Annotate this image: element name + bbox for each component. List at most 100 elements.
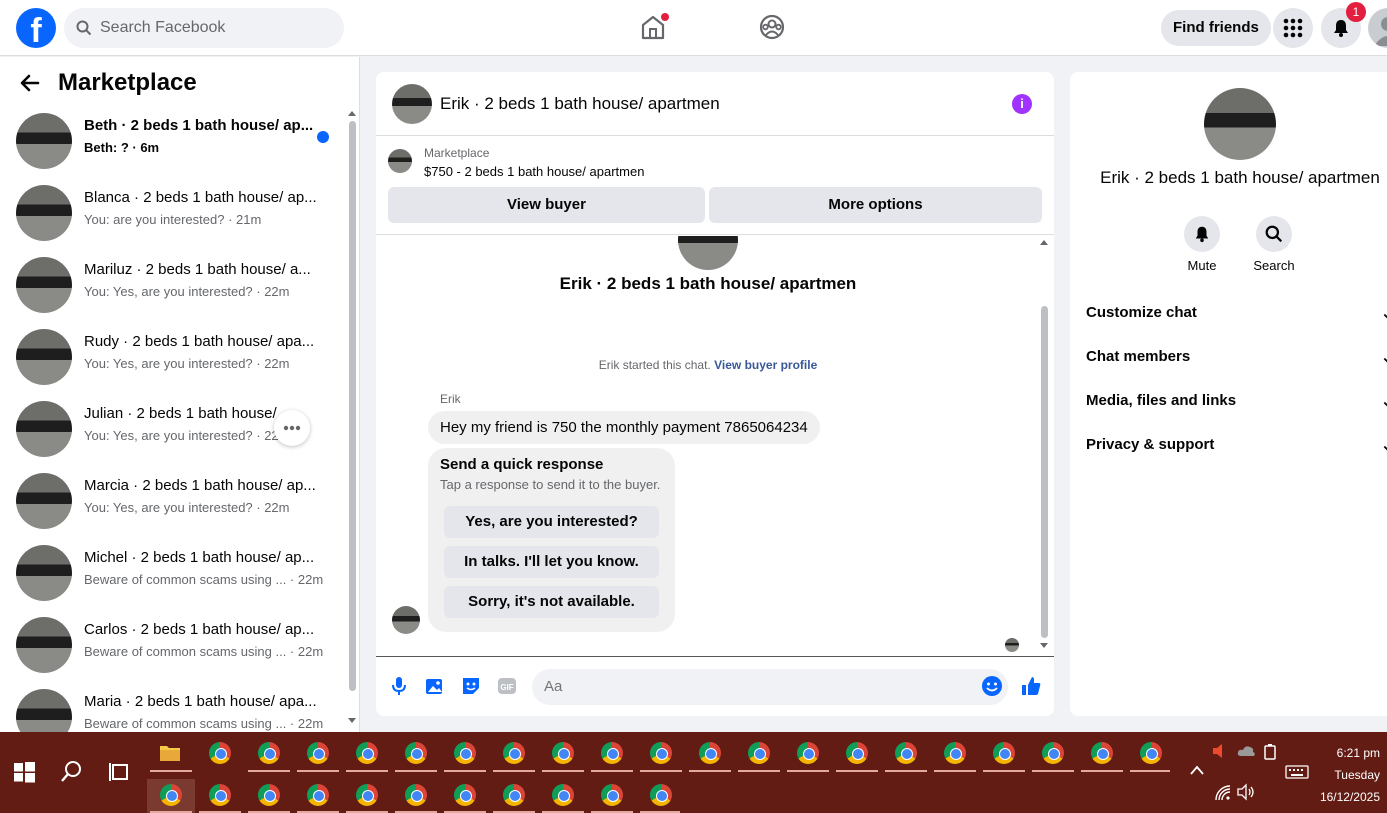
chrome-icon[interactable] [454, 742, 476, 764]
chrome-icon[interactable] [552, 784, 574, 806]
chrome-icon[interactable] [650, 742, 672, 764]
search-bar[interactable]: Search Facebook [64, 8, 344, 48]
customize-chat-section[interactable]: Customize chat ⌄ [1086, 304, 1387, 328]
battery-icon[interactable] [1262, 743, 1278, 761]
conversation-item[interactable]: Carlos · 2 beds 1 bath house/ ap... Bewa… [16, 615, 336, 675]
chrome-icon[interactable] [356, 784, 378, 806]
scroll-up-arrow-icon[interactable] [1039, 238, 1049, 246]
chrome-icon[interactable] [993, 742, 1015, 764]
chrome-icon[interactable] [405, 784, 427, 806]
find-friends-button[interactable]: Find friends [1161, 10, 1271, 46]
conversation-item[interactable]: Maria · 2 beds 1 bath house/ apa... Bewa… [16, 687, 336, 732]
conversation-item[interactable]: Beth · 2 beds 1 bath house/ ap... Beth: … [16, 111, 336, 171]
chrome-icon[interactable] [1042, 742, 1064, 764]
chrome-icon[interactable] [1140, 742, 1162, 764]
conversation-preview: You: Yes, are you interested? · 22m [84, 428, 290, 443]
chrome-icon[interactable] [895, 742, 917, 764]
chrome-icon[interactable] [258, 742, 280, 764]
menu-button[interactable] [1273, 8, 1313, 48]
info-icon[interactable]: i [1012, 94, 1032, 114]
chrome-icon[interactable] [307, 784, 329, 806]
mute-button[interactable] [1184, 216, 1220, 252]
chrome-icon[interactable] [258, 784, 280, 806]
file-explorer-icon[interactable] [158, 741, 182, 765]
thumbs-up-icon[interactable] [1020, 675, 1042, 697]
chrome-icon[interactable] [160, 784, 182, 806]
conversation-item[interactable]: Michel · 2 beds 1 bath house/ ap... Bewa… [16, 543, 336, 603]
back-arrow-icon[interactable] [18, 71, 42, 95]
chrome-icon[interactable] [1091, 742, 1113, 764]
search-in-chat-button[interactable] [1256, 216, 1292, 252]
emoji-icon[interactable] [981, 675, 1003, 697]
chrome-icon[interactable] [748, 742, 770, 764]
media-files-links-section[interactable]: Media, files and links ⌄ [1086, 392, 1387, 416]
groups-icon[interactable] [758, 13, 786, 41]
photo-icon[interactable] [424, 675, 446, 697]
chrome-icon[interactable] [454, 784, 476, 806]
more-options-button[interactable]: More options [709, 187, 1042, 223]
chrome-icon[interactable] [650, 784, 672, 806]
chrome-icon[interactable] [503, 742, 525, 764]
volume-icon[interactable] [1236, 783, 1256, 801]
quick-reply-button[interactable]: In talks. I'll let you know. [444, 546, 659, 578]
privacy-support-section[interactable]: Privacy & support ⌄ [1086, 436, 1387, 460]
cloud-icon[interactable] [1236, 744, 1256, 758]
microphone-icon[interactable] [388, 675, 410, 697]
conversation-item[interactable]: Mariluz · 2 beds 1 bath house/ a... You:… [16, 255, 336, 315]
scroll-down-arrow-icon[interactable] [347, 717, 357, 725]
scroll-down-arrow-icon[interactable] [1039, 642, 1049, 650]
gif-icon[interactable]: GIF [496, 675, 518, 697]
speaker-muted-icon[interactable] [1210, 742, 1228, 760]
chrome-icon[interactable] [601, 742, 623, 764]
sticker-icon[interactable] [460, 675, 482, 697]
chrome-icon[interactable] [797, 742, 819, 764]
more-horizontal-icon [283, 425, 301, 431]
conversation-preview: Beth: ? · 6m [84, 140, 160, 155]
scrollbar-thumb[interactable] [349, 121, 356, 691]
chat-avatar[interactable] [392, 84, 432, 124]
system-clock[interactable]: 6:21 pm Tuesday 16/12/2025 [1300, 742, 1380, 808]
chrome-icon[interactable] [307, 742, 329, 764]
chrome-icon[interactable] [209, 784, 231, 806]
quick-reply-button[interactable]: Yes, are you interested? [444, 506, 659, 538]
view-buyer-profile-link[interactable]: View buyer profile [714, 358, 817, 372]
task-view-icon[interactable] [108, 760, 132, 784]
chrome-icon[interactable] [405, 742, 427, 764]
notification-badge: 1 [1346, 2, 1366, 22]
chat-title[interactable]: Erik · 2 beds 1 bath house/ apartmen [440, 94, 720, 114]
view-buyer-button[interactable]: View buyer [388, 187, 705, 223]
conversation-item[interactable]: Blanca · 2 beds 1 bath house/ ap... You:… [16, 183, 336, 243]
section-label: Chat members [1086, 348, 1191, 365]
section-label: Customize chat [1086, 304, 1197, 321]
mute-action[interactable]: Mute [1172, 216, 1232, 273]
chrome-icon[interactable] [552, 742, 574, 764]
conversation-options-button[interactable] [274, 410, 310, 446]
message-sender: Erik [440, 392, 461, 406]
profile-avatar[interactable] [1368, 8, 1387, 48]
chrome-icon[interactable] [846, 742, 868, 764]
chat-members-section[interactable]: Chat members ⌄ [1086, 348, 1387, 372]
details-avatar[interactable] [1204, 88, 1276, 160]
quick-reply-button[interactable]: Sorry, it's not available. [444, 586, 659, 618]
chrome-icon[interactable] [503, 784, 525, 806]
scrollbar-thumb[interactable] [1041, 306, 1048, 638]
conversation-item[interactable]: Rudy · 2 beds 1 bath house/ apa... You: … [16, 327, 336, 387]
wifi-icon[interactable] [1214, 784, 1232, 802]
sidebar-scrollbar[interactable] [347, 109, 357, 725]
chrome-icon[interactable] [209, 742, 231, 764]
active-indicator [150, 770, 192, 772]
search-icon[interactable] [60, 760, 84, 784]
chrome-icon[interactable] [601, 784, 623, 806]
message-input[interactable] [532, 669, 1008, 705]
scroll-up-arrow-icon[interactable] [347, 109, 357, 117]
conversation-item[interactable]: Marcia · 2 beds 1 bath house/ ap... You:… [16, 471, 336, 531]
conversation-preview: Beware of common scams using ... · 22m [84, 572, 324, 587]
chat-scrollbar[interactable] [1038, 236, 1050, 656]
facebook-logo-icon[interactable]: f [16, 8, 56, 48]
chevron-up-icon[interactable] [1186, 762, 1208, 778]
chrome-icon[interactable] [356, 742, 378, 764]
chrome-icon[interactable] [944, 742, 966, 764]
chrome-icon[interactable] [699, 742, 721, 764]
windows-start-icon[interactable] [12, 760, 36, 784]
search-action[interactable]: Search [1244, 216, 1304, 273]
